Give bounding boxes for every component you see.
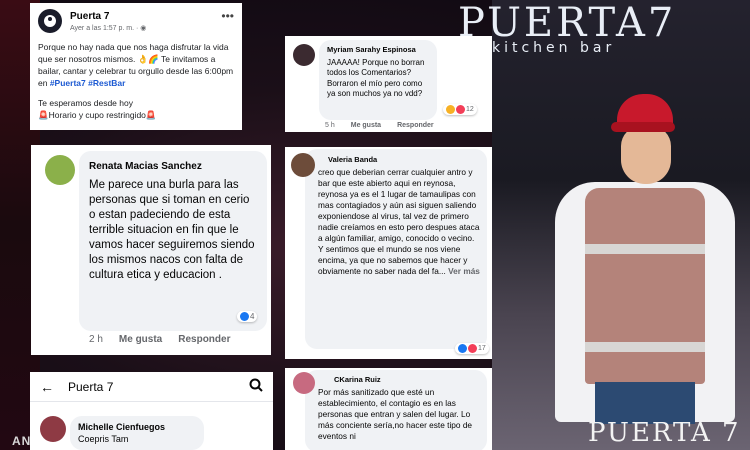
commenter-name[interactable]: CKarina Ruiz [334, 374, 480, 385]
comment-text: Por más sanitizado que esté un estableci… [318, 387, 473, 441]
like-icon [458, 344, 467, 353]
commenter-name[interactable]: Myriam Sarahy Espinosa [327, 45, 429, 56]
comment-renata: Renata Macias Sanchez Me parece una burl… [31, 145, 271, 355]
like-icon [240, 312, 249, 321]
avatar[interactable] [45, 155, 75, 185]
comment-myriam: Myriam Sarahy Espinosa JAAAAA! Porque no… [285, 36, 492, 132]
avatar[interactable] [293, 44, 315, 66]
face [621, 126, 671, 184]
mobile-page-title: Puerta 7 [68, 379, 114, 394]
reaction-count[interactable]: 4 [237, 311, 258, 322]
comment-time: 5 h [325, 122, 335, 129]
page-avatar[interactable] [38, 9, 62, 33]
comment-bubble: Renata Macias Sanchez Me parece una burl… [79, 151, 267, 331]
hashtag-link[interactable]: #RestBar [88, 78, 125, 88]
post-line: Te esperamos desde hoy [38, 98, 133, 108]
page-name[interactable]: Puerta 7 [70, 11, 146, 22]
back-arrow-icon[interactable]: ← [40, 379, 54, 395]
comment-bubble: Valeria Banda creo que deberian cerrar c… [305, 149, 487, 349]
commenter-name[interactable]: Renata Macias Sanchez [89, 159, 257, 174]
comment-valeria: Valeria Banda creo que deberian cerrar c… [285, 147, 492, 359]
hashtag-link[interactable]: #Puerta7 [50, 78, 86, 88]
bottom-logo: PUERTA 7 [588, 418, 741, 448]
page-logo-icon [44, 15, 56, 27]
like-button[interactable]: Me gusta [351, 122, 381, 129]
avatar[interactable] [40, 416, 66, 442]
reaction-count[interactable]: 17 [455, 343, 489, 354]
facebook-post: Puerta 7 Ayer a las 1:57 p. m. · ◉ ••• P… [30, 3, 242, 130]
person-photo [555, 94, 745, 424]
reply-button[interactable]: Responder [178, 334, 230, 345]
top-logo: PUERTA7 kitchen bar [458, 0, 677, 56]
love-icon [456, 105, 465, 114]
comment-karina: CKarina Ruiz Por más sanitizado que esté… [285, 368, 492, 450]
see-more-link[interactable]: Ver más [448, 266, 480, 276]
comment-text: JAAAAA! Porque no borran todos los Comen… [327, 57, 425, 99]
avatar[interactable] [293, 372, 315, 394]
safety-vest [585, 188, 705, 384]
post-timestamp[interactable]: Ayer a las 1:57 p. m. · ◉ [70, 24, 146, 32]
post-body: Porque no hay nada que nos haga disfruta… [38, 41, 234, 121]
comment-bubble: Myriam Sarahy Espinosa JAAAAA! Porque no… [319, 40, 437, 120]
vest-stripe [585, 342, 705, 352]
reply-button[interactable]: Responder [397, 122, 434, 129]
commenter-name[interactable]: Valeria Banda [328, 154, 480, 165]
like-button[interactable]: Me gusta [119, 334, 162, 345]
commenter-name[interactable]: Michelle Cienfuegos [78, 421, 196, 433]
comment-time: 2 h [89, 334, 103, 345]
reaction-count[interactable]: 12 [443, 104, 477, 115]
avatar[interactable] [291, 153, 315, 177]
love-icon [468, 344, 477, 353]
comment-bubble: Michelle Cienfuegos Coepris Tam [70, 416, 204, 450]
red-cap-brim [611, 122, 675, 132]
left-watermark: AN [12, 434, 32, 448]
post-line: 🚨Horario y cupo restringido🚨 [38, 110, 157, 120]
mobile-top-bar: ← Puerta 7 [30, 372, 273, 402]
comment-text: creo que deberian cerrar cualquier antro… [318, 167, 480, 276]
comment-text: Coepris Tam [78, 434, 129, 444]
haha-icon [446, 105, 455, 114]
comment-bubble: CKarina Ruiz Por más sanitizado que esté… [305, 370, 487, 450]
vest-stripe [585, 244, 705, 254]
mobile-page-view: ← Puerta 7 Michelle Cienfuegos Coepris T… [30, 372, 273, 450]
more-options-icon[interactable]: ••• [221, 9, 234, 23]
search-icon[interactable] [249, 378, 263, 395]
comment-text: Me parece una burla para las personas qu… [89, 179, 255, 281]
top-logo-subtitle: kitchen bar [492, 40, 616, 56]
